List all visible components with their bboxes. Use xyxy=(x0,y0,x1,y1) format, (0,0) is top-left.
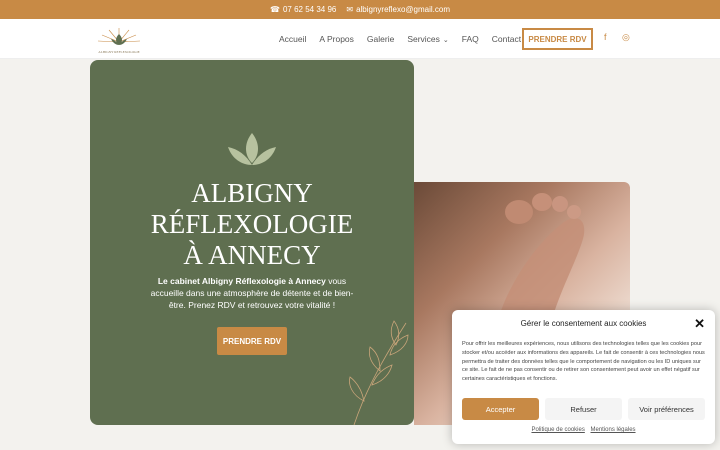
nav-services[interactable]: Services ⌄ xyxy=(407,34,448,44)
accept-button[interactable]: Accepter xyxy=(462,398,539,420)
email-link[interactable]: ✉ albignyreflexo@gmail.com xyxy=(346,5,450,14)
facebook-icon[interactable]: f xyxy=(604,32,607,42)
logo-text: ALBIGNY REFLEXOLOGIE xyxy=(98,50,139,54)
nav-contact[interactable]: Contact xyxy=(492,34,521,44)
hero-panel: ALBIGNY RÉFLEXOLOGIE À ANNECY Le cabinet… xyxy=(90,60,414,425)
nav-a-propos[interactable]: A Propos xyxy=(319,34,354,44)
nav-accueil[interactable]: Accueil xyxy=(279,34,306,44)
chevron-down-icon: ⌄ xyxy=(442,37,449,44)
hero-book-button[interactable]: PRENDRE RDV xyxy=(217,327,287,355)
cookie-links: Politique de cookies Mentions légales xyxy=(452,427,715,433)
hero-title-line: RÉFLEXOLOGIE xyxy=(150,209,354,239)
instagram-icon[interactable]: ◎ xyxy=(622,32,630,43)
top-bar: ☎ 07 62 54 34 96 ✉ albignyreflexo@gmail.… xyxy=(0,0,720,19)
site-logo[interactable]: ALBIGNY REFLEXOLOGIE xyxy=(91,24,147,56)
phone-number: 07 62 54 34 96 xyxy=(282,5,337,14)
refuse-button[interactable]: Refuser xyxy=(545,398,622,420)
lotus-icon xyxy=(228,133,276,165)
cookie-description: Pour offrir les meilleures expériences, … xyxy=(462,341,705,383)
nav-services-label: Services xyxy=(407,34,440,44)
preferences-button[interactable]: Voir préférences xyxy=(628,398,705,420)
mail-icon: ✉ xyxy=(346,5,354,14)
hero-description-bold: Le cabinet Albigny Réflexologie à Annecy xyxy=(157,276,326,286)
close-icon[interactable]: ✕ xyxy=(694,316,705,332)
cookie-policy-link[interactable]: Politique de cookies xyxy=(531,427,584,433)
cookie-title: Gérer le consentement aux cookies xyxy=(520,319,647,328)
cookie-consent-dialog: Gérer le consentement aux cookies ✕ Pour… xyxy=(452,310,715,444)
hero-title-line: À ANNECY xyxy=(183,240,321,270)
hero-title-line: ALBIGNY xyxy=(191,178,313,208)
hero-description: Le cabinet Albigny Réflexologie à Annecy… xyxy=(148,275,356,311)
header-book-button[interactable]: PRENDRE RDV xyxy=(522,28,593,50)
leaf-branch-decoration xyxy=(349,320,409,425)
email-address: albignyreflexo@gmail.com xyxy=(356,5,450,14)
site-header: ALBIGNY REFLEXOLOGIE Accueil A Propos Ga… xyxy=(0,19,720,59)
hero-title: ALBIGNY RÉFLEXOLOGIE À ANNECY xyxy=(90,178,414,271)
main-nav: Accueil A Propos Galerie Services ⌄ FAQ C… xyxy=(279,19,534,59)
nav-faq[interactable]: FAQ xyxy=(462,34,479,44)
phone-icon: ☎ xyxy=(270,5,280,14)
phone-link[interactable]: ☎ 07 62 54 34 96 xyxy=(270,5,336,14)
nav-galerie[interactable]: Galerie xyxy=(367,34,394,44)
legal-notice-link[interactable]: Mentions légales xyxy=(591,427,636,433)
